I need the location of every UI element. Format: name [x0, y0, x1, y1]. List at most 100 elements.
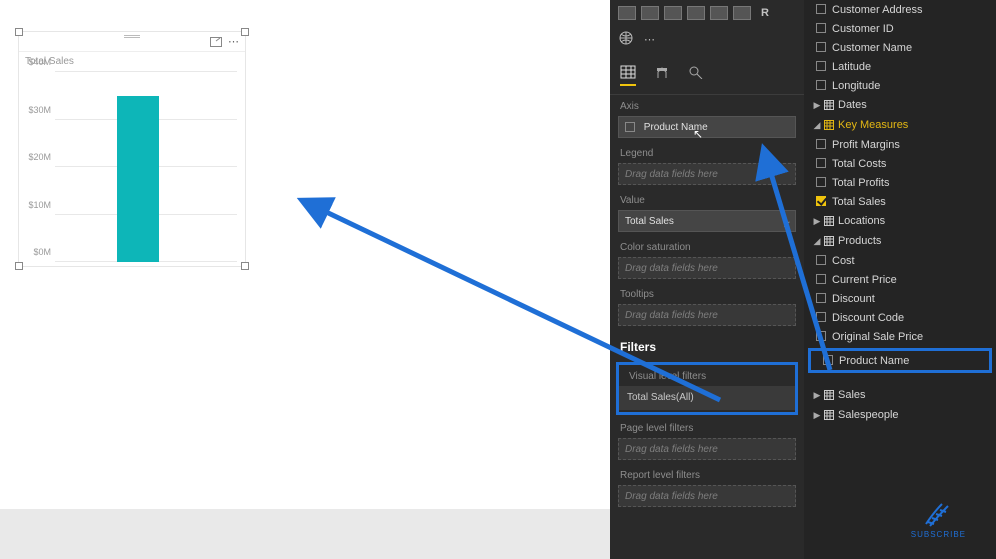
checkbox-icon[interactable]: [816, 274, 826, 284]
field-label: Customer ID: [832, 23, 894, 35]
table-products[interactable]: ◢ Products: [804, 231, 996, 251]
field-row[interactable]: Longitude: [804, 76, 996, 95]
page-filters-well[interactable]: Drag data fields here: [618, 438, 796, 460]
report-canvas[interactable]: ⋯ Total Sales $0M $10M $20M $30M $40M: [0, 0, 610, 509]
focus-mode-icon[interactable]: [210, 37, 222, 47]
checkbox-icon[interactable]: [816, 61, 826, 71]
resize-handle-tr[interactable]: [241, 28, 249, 36]
y-tick: $20M: [21, 152, 51, 162]
axis-field-well[interactable]: Product Name ↖: [618, 116, 796, 138]
resize-handle-tl[interactable]: [15, 28, 23, 36]
checkbox-icon[interactable]: [816, 331, 826, 341]
field-row[interactable]: Profit Margins: [804, 135, 996, 154]
table-icon: [824, 236, 834, 246]
field-label: Cost: [832, 255, 855, 267]
field-label: Discount: [832, 293, 875, 305]
field-label: Customer Address: [832, 4, 922, 16]
subscribe-logo[interactable]: SUBSCRIBE: [911, 498, 966, 539]
field-label: Total Sales: [832, 196, 886, 208]
field-label: Current Price: [832, 274, 897, 286]
field-row[interactable]: Total Costs: [804, 154, 996, 173]
viz-type-thumb[interactable]: [664, 6, 682, 20]
y-tick: $10M: [21, 200, 51, 210]
caret-right-icon: ▶: [812, 410, 822, 421]
legend-label: Legend: [610, 142, 804, 161]
caret-right-icon: ▶: [812, 100, 822, 111]
table-sales[interactable]: ▶ Sales: [804, 385, 996, 405]
checkbox-icon[interactable]: [816, 4, 826, 14]
viz-type-row: R: [610, 0, 804, 26]
table-dates[interactable]: ▶ Dates: [804, 95, 996, 115]
checkbox-icon[interactable]: [823, 355, 833, 365]
viz-type-thumb[interactable]: [687, 6, 705, 20]
field-label: Original Sale Price: [832, 331, 923, 343]
more-options-icon[interactable]: ⋯: [228, 35, 239, 48]
viz-type-thumb[interactable]: [641, 6, 659, 20]
subscribe-label: SUBSCRIBE: [911, 530, 966, 539]
field-row[interactable]: Cost: [804, 251, 996, 270]
axis-field-text: Product Name: [644, 122, 708, 133]
visual-filter-item[interactable]: Total Sales(All): [619, 386, 795, 410]
field-row[interactable]: Discount: [804, 289, 996, 308]
field-label: Total Profits: [832, 177, 889, 189]
field-row[interactable]: Original Sale Price: [804, 327, 996, 346]
remove-field-icon[interactable]: ✕: [783, 215, 791, 237]
analytics-tab-icon[interactable]: [688, 65, 704, 86]
checkbox-icon[interactable]: [816, 312, 826, 322]
checkbox-icon[interactable]: [816, 158, 826, 168]
checkbox-icon[interactable]: [816, 139, 826, 149]
checkbox-icon[interactable]: [816, 80, 826, 90]
format-tab-icon[interactable]: [654, 65, 670, 86]
legend-field-well[interactable]: Drag data fields here: [618, 163, 796, 185]
viz-type-thumb[interactable]: [733, 6, 751, 20]
drag-handle-icon[interactable]: [124, 35, 140, 38]
filters-header: Filters: [610, 330, 804, 360]
table-icon: [824, 216, 834, 226]
caret-right-icon: ▶: [812, 216, 822, 227]
field-label: Total Costs: [832, 158, 886, 170]
report-filters-well[interactable]: Drag data fields here: [618, 485, 796, 507]
checkbox-icon[interactable]: [816, 177, 826, 187]
field-label: Latitude: [832, 61, 871, 73]
y-tick: $30M: [21, 105, 51, 115]
table-icon: [824, 120, 834, 130]
viz-type-thumb[interactable]: [618, 6, 636, 20]
tooltips-well[interactable]: Drag data fields here: [618, 304, 796, 326]
value-field-well[interactable]: Total Sales ✕: [618, 210, 796, 232]
viz-type-thumb[interactable]: [710, 6, 728, 20]
checkbox-icon[interactable]: [816, 255, 826, 265]
table-label: Locations: [838, 215, 885, 227]
checkbox-icon[interactable]: [816, 196, 826, 206]
field-row[interactable]: Discount Code: [804, 308, 996, 327]
visual-level-filters-label: Visual level filters: [619, 365, 795, 384]
table-icon: [824, 410, 834, 420]
field-row[interactable]: Latitude: [804, 57, 996, 76]
report-level-filters-label: Report level filters: [610, 464, 804, 483]
fields-tab-icon[interactable]: [620, 65, 636, 86]
table-key-measures[interactable]: ◢ Key Measures: [804, 115, 996, 135]
ellipsis-icon[interactable]: ⋯: [644, 33, 655, 46]
table-salespeople[interactable]: ▶ Salespeople: [804, 405, 996, 425]
table-locations[interactable]: ▶ Locations: [804, 211, 996, 231]
field-label: Discount Code: [832, 312, 904, 324]
checkbox-icon[interactable]: [816, 42, 826, 52]
table-label: Sales: [838, 389, 866, 401]
globe-icon[interactable]: [618, 30, 634, 49]
color-saturation-well[interactable]: Drag data fields here: [618, 257, 796, 279]
field-product-name[interactable]: Product Name: [811, 351, 989, 370]
value-field-text: Total Sales: [625, 216, 674, 227]
checkbox-icon[interactable]: [816, 23, 826, 33]
bar-total-sales[interactable]: [117, 96, 159, 262]
viz-type-r-script[interactable]: R: [756, 6, 774, 20]
field-row[interactable]: Customer ID: [804, 19, 996, 38]
product-name-highlight: Product Name: [808, 348, 992, 373]
chart-visual[interactable]: ⋯ Total Sales $0M $10M $20M $30M $40M: [18, 31, 246, 267]
checkbox-icon[interactable]: [816, 293, 826, 303]
field-row[interactable]: Total Profits: [804, 173, 996, 192]
checkbox-icon: [625, 122, 635, 132]
field-row[interactable]: Total Sales: [804, 192, 996, 211]
field-row[interactable]: Customer Address: [804, 0, 996, 19]
value-label: Value: [610, 189, 804, 208]
field-row[interactable]: Customer Name: [804, 38, 996, 57]
field-row[interactable]: Current Price: [804, 270, 996, 289]
